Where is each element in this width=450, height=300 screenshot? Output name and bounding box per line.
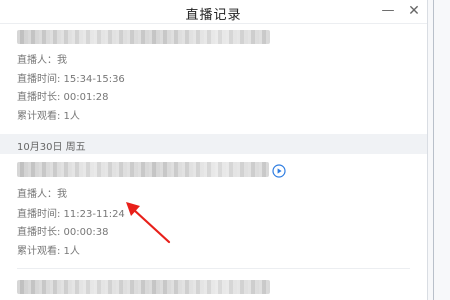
close-icon[interactable]: ✕ <box>406 3 422 19</box>
play-icon[interactable] <box>272 164 286 178</box>
record-title-redacted <box>17 30 270 44</box>
date-group-label: 10月30日 周五 <box>17 142 86 153</box>
record-host: 直播人：我 <box>17 189 67 200</box>
record-duration: 直播时长: 00:00:38 <box>17 227 109 238</box>
live-record-window: 直播记录 — ✕ 直播人：我 直播时间: 15:34-15:36 直播时长: 0… <box>0 0 427 300</box>
record-title-redacted <box>17 280 270 294</box>
record-viewers: 累计观看: 1人 <box>17 111 80 122</box>
divider <box>17 268 410 269</box>
record-viewers: 累计观看: 1人 <box>17 246 80 257</box>
record-time: 直播时间: 11:23-11:24 <box>17 209 125 220</box>
annotation-arrow <box>126 202 171 244</box>
window-title: 直播记录 <box>185 8 242 23</box>
record-duration: 直播时长: 00:01:28 <box>17 92 109 103</box>
window-border <box>433 0 434 300</box>
record-title-redacted <box>17 162 269 177</box>
background-window-edge <box>427 0 450 300</box>
screenshot-frame: 直播记录 — ✕ 直播人：我 直播时间: 15:34-15:36 直播时长: 0… <box>0 0 450 300</box>
date-group-header: 10月30日 周五 <box>0 134 427 154</box>
record-host: 直播人：我 <box>17 55 67 66</box>
record-time: 直播时间: 15:34-15:36 <box>17 74 125 85</box>
minimize-icon[interactable]: — <box>380 3 396 19</box>
title-bar: 直播记录 — ✕ <box>0 0 427 24</box>
